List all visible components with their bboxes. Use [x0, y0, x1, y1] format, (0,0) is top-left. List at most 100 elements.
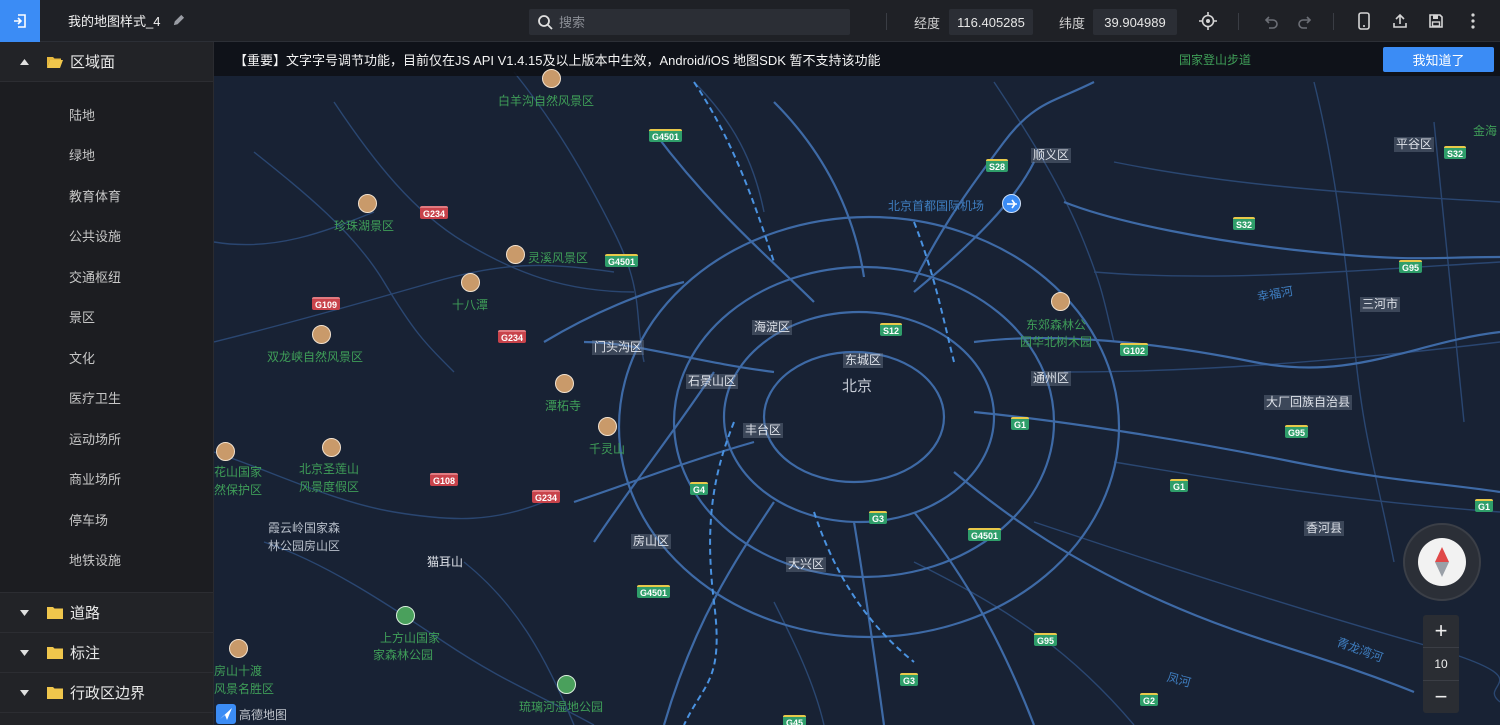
district-label: 大厂回族自治县 — [1264, 395, 1353, 410]
layer-item-greenland[interactable]: 绿地 — [0, 135, 213, 176]
folder-icon — [47, 606, 63, 619]
top-bar: 我的地图样式_4 经度 116.405285 纬度 39.904989 — [0, 0, 1500, 42]
district-label: 丰台区 — [743, 423, 784, 438]
airport-icon[interactable] — [1002, 194, 1021, 213]
map-label: 双龙峡自然风景区 — [267, 350, 364, 364]
map-label: 十八潭 — [452, 298, 489, 312]
map-label: 国家登山步道 — [1179, 53, 1252, 67]
locate-button[interactable] — [1198, 11, 1218, 31]
undo-button[interactable] — [1261, 11, 1281, 31]
folder-icon — [47, 646, 63, 659]
map-label: 灵溪风景区 — [528, 251, 589, 265]
highway-shield: G102 — [1120, 343, 1149, 356]
layer-item-scenic[interactable]: 景区 — [0, 297, 213, 338]
highway-shield: G3 — [869, 511, 888, 524]
scenic-poi-icon[interactable] — [312, 325, 331, 344]
district-label: 东城区 — [843, 353, 884, 368]
district-label: 大兴区 — [786, 557, 827, 572]
amap-logo: 高德地图 — [216, 704, 287, 724]
map-style-editor: 我的地图样式_4 经度 116.405285 纬度 39.904989 — [0, 0, 1500, 725]
mobile-icon — [1358, 12, 1370, 30]
group-label-label: 标注 — [70, 645, 101, 662]
group-road-header[interactable]: 道路 — [0, 593, 213, 633]
save-icon — [1429, 14, 1443, 28]
district-label: 顺义区 — [1031, 148, 1072, 163]
highway-shield: S28 — [986, 159, 1009, 172]
highway-shield: G1 — [1011, 417, 1030, 430]
exit-icon — [14, 13, 26, 28]
layer-sidebar: 区域面 陆地 绿地 教育体育 公共设施 交通枢纽 景区 文化 医疗卫生 运动场所… — [0, 42, 214, 725]
save-button[interactable] — [1426, 11, 1446, 31]
group-area-header[interactable]: 区域面 — [0, 42, 213, 82]
amap-logo-icon — [216, 704, 236, 724]
scenic-poi-icon[interactable] — [322, 438, 341, 457]
scenic-poi-icon[interactable] — [358, 194, 377, 213]
forest-poi-icon[interactable] — [396, 606, 415, 625]
highway-shield: G234 — [420, 206, 449, 219]
search-box[interactable] — [529, 9, 850, 35]
scenic-poi-icon[interactable] — [506, 245, 525, 264]
map-label: 白羊沟自然风景区 — [498, 94, 595, 108]
scenic-poi-icon[interactable] — [461, 273, 480, 292]
redo-button[interactable] — [1295, 11, 1315, 31]
upload-icon — [1393, 13, 1407, 28]
notice-ok-button[interactable]: 我知道了 — [1383, 47, 1494, 72]
map-label: 琉璃河湿地公园 — [519, 700, 604, 714]
edit-icon — [174, 14, 185, 26]
district-label: 平谷区 — [1394, 137, 1435, 152]
park-poi-icon[interactable] — [557, 675, 576, 694]
search-input[interactable] — [559, 14, 839, 30]
map-label: 东郊森林公 — [1026, 318, 1087, 332]
zoom-control: + 10 − — [1423, 615, 1459, 713]
layer-item-medical[interactable]: 医疗卫生 — [0, 378, 213, 419]
district-label: 门头沟区 — [592, 340, 645, 355]
layer-item-public-facility[interactable]: 公共设施 — [0, 216, 213, 257]
zoom-in-button[interactable]: + — [1423, 615, 1459, 647]
mobile-preview-button[interactable] — [1354, 11, 1374, 31]
layer-item-parking[interactable]: 停车场 — [0, 499, 213, 540]
highway-shield: G4501 — [637, 585, 671, 598]
more-button[interactable] — [1463, 11, 1483, 31]
more-icon — [1471, 13, 1475, 29]
map-label: 北京首都国际机场 — [888, 199, 985, 213]
group-admin-header[interactable]: 行政区边界 — [0, 673, 213, 713]
latitude-field[interactable]: 39.904989 — [1093, 9, 1177, 35]
publish-button[interactable] — [1390, 11, 1410, 31]
scenic-poi-icon[interactable] — [598, 417, 617, 436]
layer-item-education[interactable]: 教育体育 — [0, 175, 213, 216]
group-area-label: 区域面 — [70, 54, 116, 71]
longitude-field[interactable]: 116.405285 — [949, 9, 1033, 35]
map-label: 家森林公园 — [373, 648, 434, 662]
compass-control[interactable] — [1403, 523, 1481, 601]
edit-title-button[interactable] — [172, 14, 186, 28]
caret-down-icon — [20, 609, 30, 616]
locate-icon — [1199, 12, 1217, 30]
map-label: 花山国家 — [214, 465, 263, 479]
layer-item-sports[interactable]: 运动场所 — [0, 418, 213, 459]
layer-item-subway[interactable]: 地铁设施 — [0, 540, 213, 581]
scenic-poi-icon[interactable] — [542, 69, 561, 88]
notice-text: 【重要】文字字号调节功能，目前仅在JS API V1.4.15及以上版本中生效，… — [234, 52, 881, 68]
caret-down-icon — [20, 689, 30, 696]
map-label: 珍珠湖景区 — [334, 219, 395, 233]
scenic-poi-icon[interactable] — [229, 639, 248, 658]
scenic-poi-icon[interactable] — [1051, 292, 1070, 311]
layer-item-transport-hub[interactable]: 交通枢纽 — [0, 256, 213, 297]
highway-shield: G4501 — [605, 254, 639, 267]
map-label: 林公园房山区 — [268, 539, 341, 553]
map-canvas[interactable]: 【重要】文字字号调节功能，目前仅在JS API V1.4.15及以上版本中生效，… — [214, 42, 1500, 725]
notice-bar: 【重要】文字字号调节功能，目前仅在JS API V1.4.15及以上版本中生效，… — [214, 42, 1500, 76]
exit-button[interactable] — [0, 0, 40, 42]
temple-poi-icon[interactable] — [555, 374, 574, 393]
layer-item-commercial[interactable]: 商业场所 — [0, 459, 213, 500]
layer-item-land[interactable]: 陆地 — [0, 94, 213, 135]
highway-shield: G108 — [430, 473, 459, 486]
zoom-out-button[interactable]: − — [1423, 681, 1459, 713]
map-label: 霞云岭国家森 — [268, 521, 341, 535]
undo-icon — [1264, 16, 1278, 29]
layer-item-culture[interactable]: 文化 — [0, 337, 213, 378]
caret-up-icon — [20, 58, 30, 65]
scenic-poi-icon[interactable] — [216, 442, 235, 461]
group-label-header[interactable]: 标注 — [0, 633, 213, 673]
highway-shield: G95 — [1399, 260, 1423, 273]
